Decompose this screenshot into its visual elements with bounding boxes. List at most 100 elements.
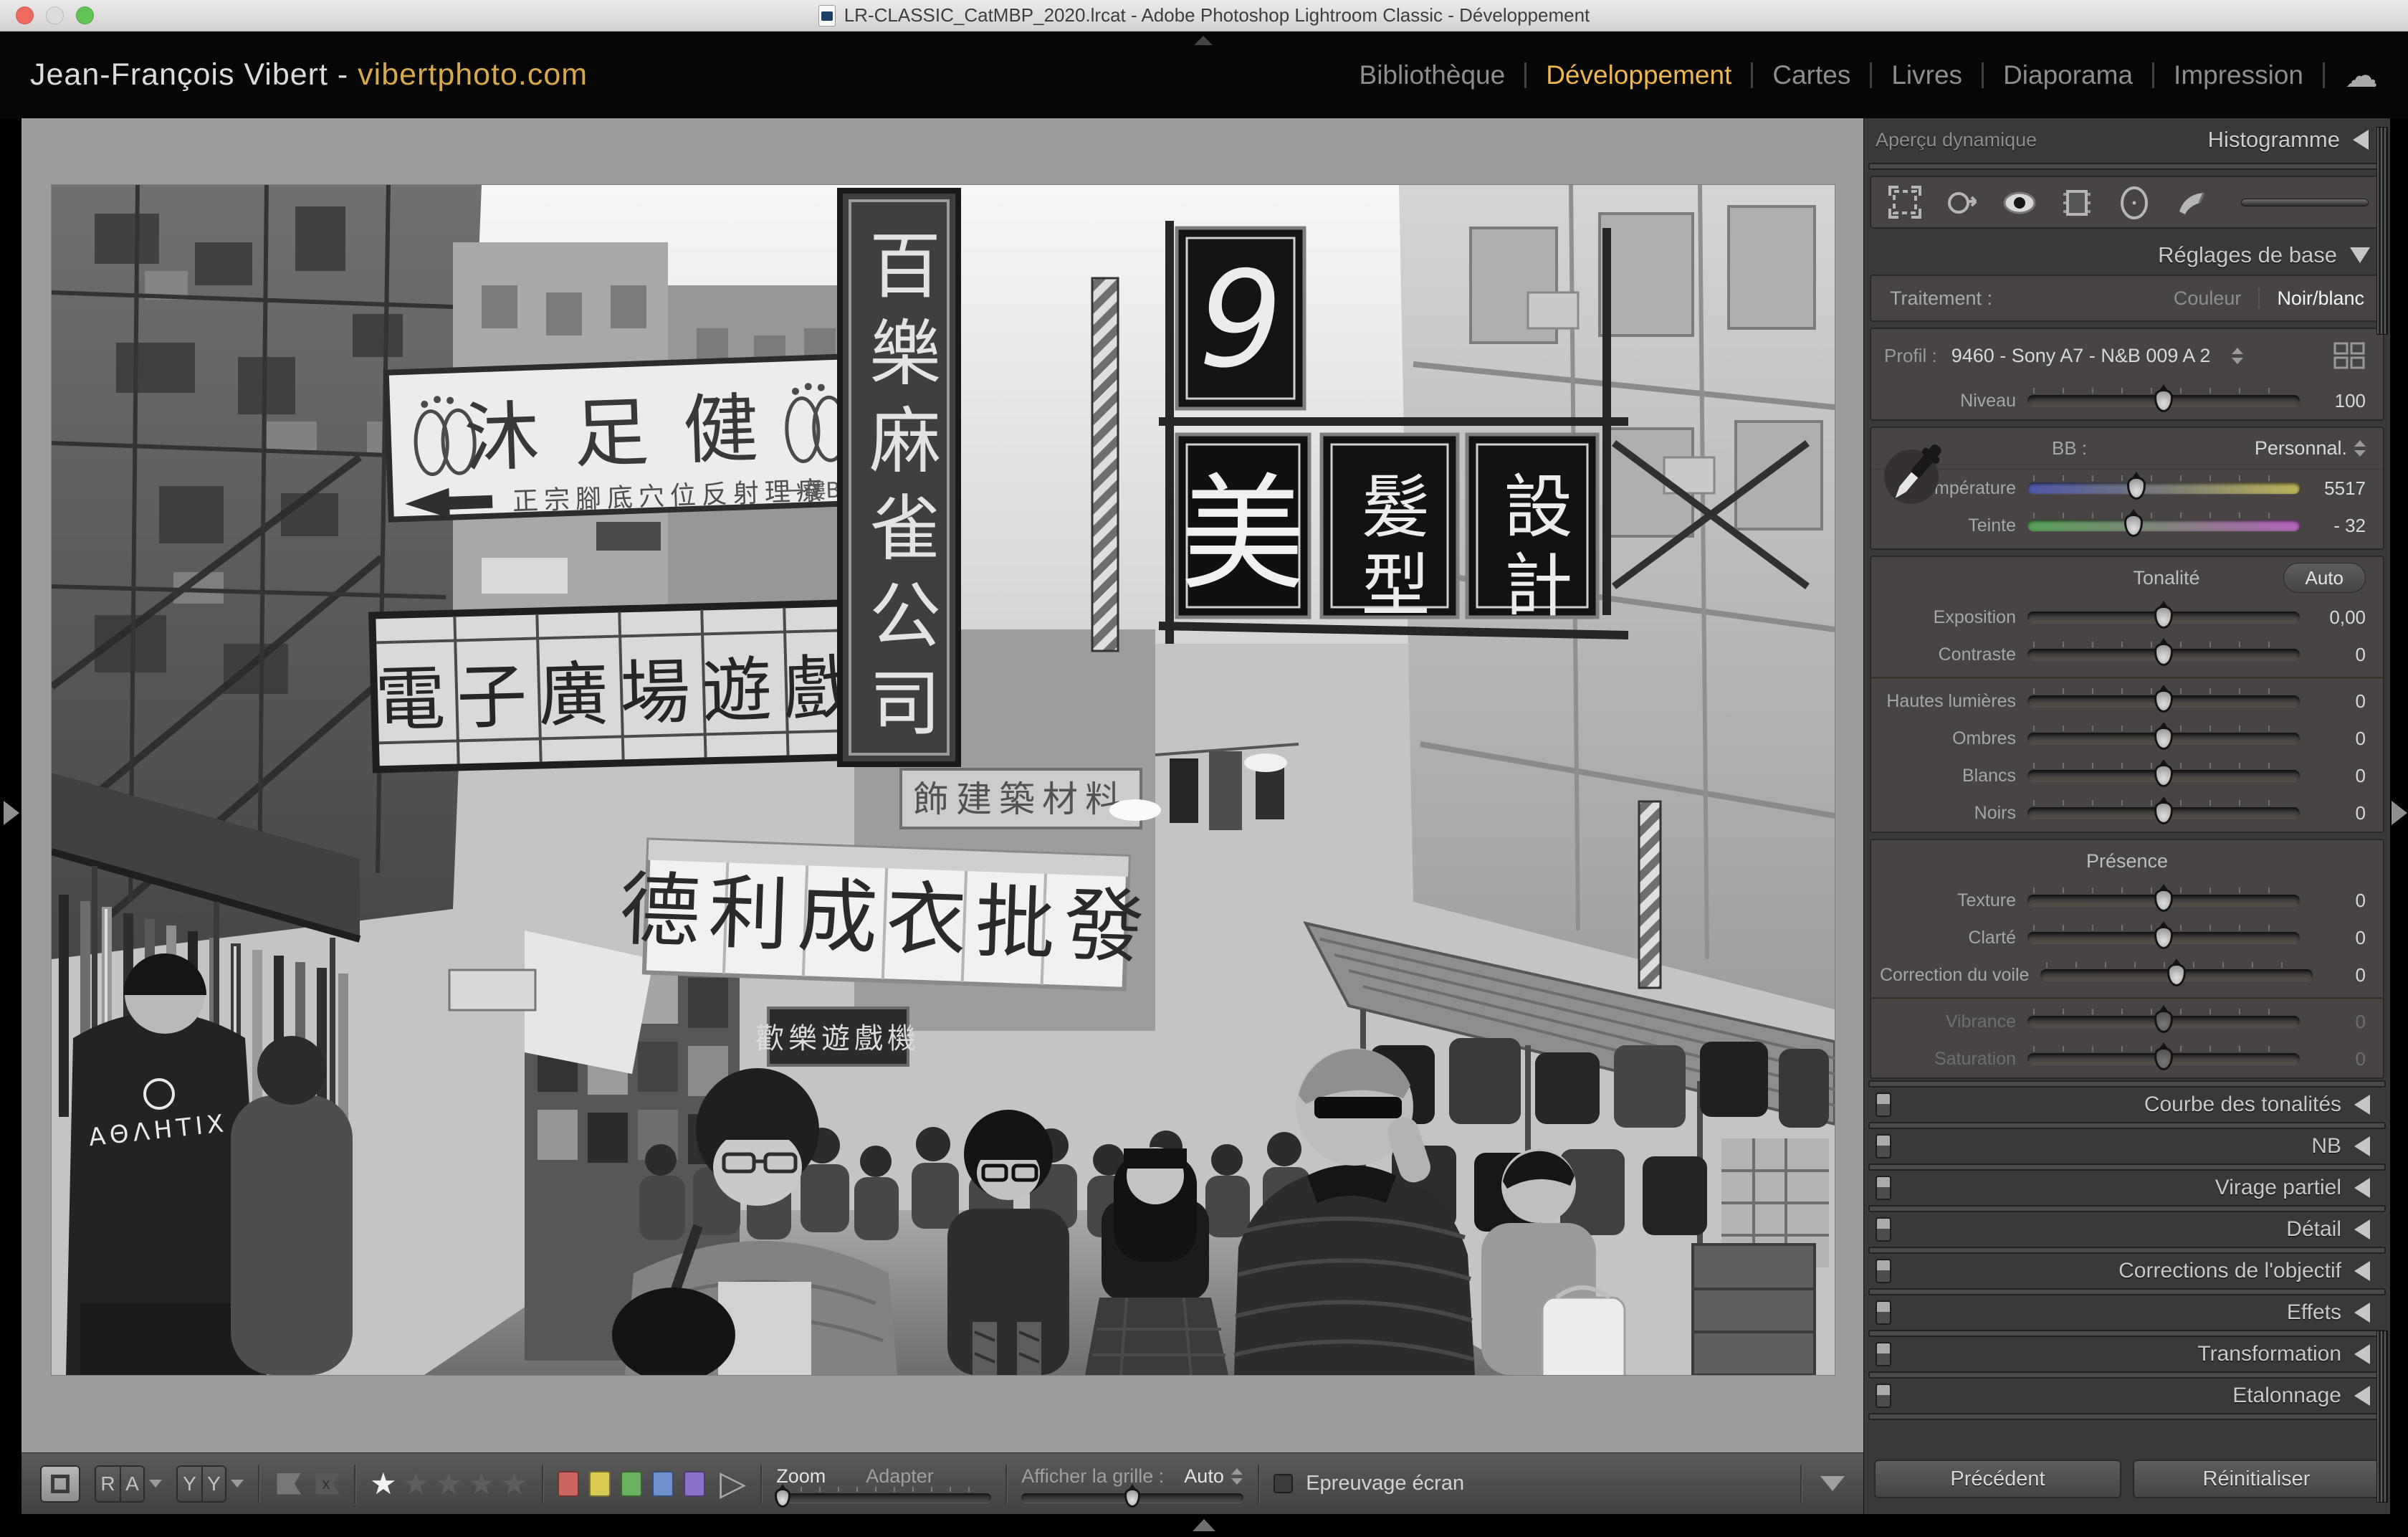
- detail-panel-header[interactable]: Détail: [1864, 1214, 2390, 1245]
- contrast-slider-thumb[interactable]: [2154, 643, 2173, 666]
- auto-tone-button[interactable]: Auto: [2283, 563, 2366, 593]
- dehaze-slider-thumb[interactable]: [2167, 963, 2186, 986]
- temperature-slider[interactable]: [2027, 482, 2300, 494]
- highlights-value[interactable]: 0: [2300, 690, 2366, 713]
- white-balance-eyedropper-icon[interactable]: [1883, 437, 1949, 511]
- pick-flag-icon[interactable]: [274, 1473, 301, 1495]
- adjustment-brush-icon[interactable]: [2172, 183, 2222, 222]
- amount-slider[interactable]: [2027, 395, 2300, 406]
- clarity-slider-thumb[interactable]: [2154, 926, 2173, 949]
- reject-flag-icon[interactable]: x: [312, 1473, 340, 1495]
- module-print[interactable]: Impression: [2154, 60, 2323, 90]
- reset-button[interactable]: Réinitialiser: [2133, 1460, 2380, 1498]
- highlights-slider-thumb[interactable]: [2154, 690, 2173, 713]
- toolbar-options-caret-icon[interactable]: [1820, 1476, 1845, 1491]
- grid-size-slider[interactable]: [1021, 1493, 1243, 1503]
- previous-button[interactable]: Précédent: [1874, 1460, 2121, 1498]
- zoom-slider[interactable]: [776, 1493, 991, 1503]
- profile-value[interactable]: 9460 - Sony A7 - N&B 009 A 2: [1951, 345, 2211, 367]
- module-develop[interactable]: Développement: [1526, 60, 1751, 90]
- panel-toggle-switch[interactable]: [1876, 1134, 1891, 1158]
- red-eye-tool-icon[interactable]: [2000, 183, 2039, 222]
- color-label-blue[interactable]: [652, 1471, 674, 1497]
- panel-toggle-switch[interactable]: [1876, 1300, 1891, 1325]
- panel-toggle-switch[interactable]: [1876, 1259, 1891, 1283]
- star-icon[interactable]: ★: [403, 1469, 430, 1499]
- before-after-view-button[interactable]: YY: [176, 1465, 226, 1503]
- whites-value[interactable]: 0: [2300, 765, 2366, 787]
- panel-scrollbar[interactable]: [2376, 1331, 2388, 1503]
- blacks-slider[interactable]: [2027, 807, 2300, 819]
- zoom-window-button[interactable]: [76, 6, 94, 24]
- treatment-color-option[interactable]: Couleur: [2174, 287, 2242, 310]
- split-toning-panel-header[interactable]: Virage partiel: [1864, 1172, 2390, 1204]
- grid-mode-stepper-icon[interactable]: [1231, 1468, 1243, 1485]
- module-library[interactable]: Bibliothèque: [1340, 60, 1525, 90]
- module-book[interactable]: Livres: [1872, 60, 1982, 90]
- soft-proof-checkbox[interactable]: [1274, 1474, 1293, 1493]
- module-slideshow[interactable]: Diaporama: [1984, 60, 2152, 90]
- effects-panel-header[interactable]: Effets: [1864, 1297, 2390, 1328]
- identity-site[interactable]: vibertphoto.com: [358, 57, 588, 92]
- grid-slider-thumb[interactable]: [1124, 1488, 1140, 1508]
- shadows-slider-thumb[interactable]: [2154, 727, 2173, 750]
- loupe-view-button[interactable]: [40, 1465, 80, 1503]
- left-panel-expand-arrow-icon[interactable]: [4, 801, 19, 825]
- reference-view-button[interactable]: RA: [95, 1465, 145, 1503]
- close-window-button[interactable]: [16, 6, 34, 24]
- amount-value[interactable]: 100: [2300, 390, 2366, 412]
- treatment-bw-option[interactable]: Noir/blanc: [2277, 287, 2364, 310]
- photo-canvas[interactable]: 沐足健 正宗腳底穴位反射理療 一樓B座: [52, 185, 1835, 1375]
- color-label-red[interactable]: [558, 1471, 579, 1497]
- texture-value[interactable]: 0: [2300, 890, 2366, 912]
- profile-stepper-icon[interactable]: [2232, 348, 2243, 364]
- tone-curve-panel-header[interactable]: Courbe des tonalités: [1864, 1089, 2390, 1120]
- right-panel-collapse-arrow-icon[interactable]: [2392, 801, 2407, 825]
- transform-panel-header[interactable]: Transformation: [1864, 1338, 2390, 1370]
- minimize-window-button[interactable]: [46, 6, 64, 24]
- lens-corrections-panel-header[interactable]: Corrections de l'objectif: [1864, 1255, 2390, 1287]
- panel-scrollbar[interactable]: [2376, 127, 2388, 335]
- blacks-value[interactable]: 0: [2300, 802, 2366, 824]
- contrast-slider[interactable]: [2027, 649, 2300, 660]
- texture-slider-thumb[interactable]: [2154, 889, 2173, 912]
- wb-stepper-icon[interactable]: [2354, 440, 2366, 457]
- shadows-value[interactable]: 0: [2300, 728, 2366, 750]
- star-icon[interactable]: ★: [435, 1469, 462, 1499]
- profile-browser-grid-icon[interactable]: [2333, 341, 2366, 370]
- reference-view-caret-icon[interactable]: [149, 1480, 162, 1488]
- panel-toggle-switch[interactable]: [1876, 1176, 1891, 1200]
- top-panel-collapse-arrow-icon[interactable]: [1194, 36, 1213, 45]
- tint-value[interactable]: - 32: [2300, 515, 2366, 537]
- temperature-value[interactable]: 5517: [2300, 477, 2366, 500]
- clarity-slider[interactable]: [2027, 932, 2300, 943]
- soft-proof-label[interactable]: Epreuvage écran: [1306, 1472, 1464, 1495]
- color-label-yellow[interactable]: [589, 1471, 611, 1497]
- dehaze-slider[interactable]: [2040, 969, 2313, 981]
- shadows-slider[interactable]: [2027, 733, 2300, 744]
- sync-cloud-icon[interactable]: ☁: [2345, 59, 2378, 92]
- before-after-caret-icon[interactable]: [231, 1480, 244, 1488]
- module-map[interactable]: Cartes: [1753, 60, 1870, 90]
- exposure-slider[interactable]: [2027, 612, 2300, 623]
- tint-slider[interactable]: [2027, 520, 2300, 531]
- histogram-panel-header[interactable]: Histogramme: [2208, 127, 2369, 153]
- panel-toggle-switch[interactable]: [1876, 1093, 1891, 1117]
- temperature-slider-thumb[interactable]: [2127, 477, 2146, 500]
- color-label-green[interactable]: [621, 1471, 642, 1497]
- basic-panel-header[interactable]: Réglages de base: [1864, 236, 2390, 275]
- filmstrip-reveal-arrow-icon[interactable]: [1193, 1519, 1215, 1531]
- radial-filter-icon[interactable]: [2115, 183, 2154, 222]
- crop-tool-icon[interactable]: [1886, 183, 1924, 222]
- highlights-slider[interactable]: [2027, 695, 2300, 707]
- clarity-value[interactable]: 0: [2300, 927, 2366, 949]
- spot-removal-icon[interactable]: [1943, 183, 1982, 222]
- calibration-panel-header[interactable]: Etalonnage: [1864, 1380, 2390, 1412]
- panel-toggle-switch[interactable]: [1876, 1217, 1891, 1242]
- tint-slider-thumb[interactable]: [2124, 514, 2143, 537]
- graduated-filter-icon[interactable]: [2058, 183, 2096, 222]
- wb-value[interactable]: Personnal.: [2255, 437, 2366, 460]
- grid-mode-select[interactable]: Auto: [1184, 1465, 1243, 1488]
- texture-slider[interactable]: [2027, 895, 2300, 906]
- panel-toggle-switch[interactable]: [1876, 1342, 1891, 1366]
